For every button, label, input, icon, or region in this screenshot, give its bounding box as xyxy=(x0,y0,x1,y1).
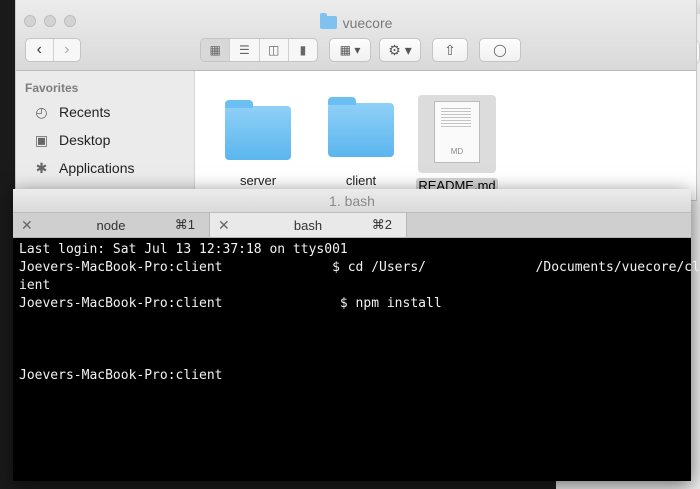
file-badge: MD xyxy=(450,147,464,156)
terminal-title: 1. bash xyxy=(13,189,691,213)
terminal-line: Last login: Sat Jul 13 12:37:18 on ttys0… xyxy=(19,242,348,257)
icon-view-button[interactable]: ▦ xyxy=(201,39,231,61)
share-button[interactable]: ⇧ xyxy=(432,38,468,62)
folder-icon xyxy=(328,97,394,157)
file-item-readme[interactable]: MD xyxy=(418,95,496,173)
finder-sidebar: Favorites ◴ Recents ▣ Desktop ✱ Applicat… xyxy=(16,71,195,200)
gear-icon: ⚙ ▾ xyxy=(388,41,412,58)
share-icon: ⇧ xyxy=(444,41,456,58)
document-lines xyxy=(441,108,471,128)
gallery-view-button[interactable]: ▮ xyxy=(289,39,317,61)
sidebar-item-recents[interactable]: ◴ Recents xyxy=(32,101,110,123)
list-view-button[interactable]: ☰ xyxy=(230,39,260,61)
desktop-icon: ▣ xyxy=(34,131,49,148)
action-button[interactable]: ⚙ ▾ xyxy=(379,38,421,62)
forward-button[interactable]: › xyxy=(54,39,81,61)
tag-icon: ◯ xyxy=(493,43,507,57)
terminal-line: ient xyxy=(19,278,51,293)
file-name: client xyxy=(345,173,377,188)
back-forward-buttons: ‹ › xyxy=(25,38,81,62)
tab-bash[interactable]: ✕ bash ⌘2 xyxy=(210,213,407,237)
sidebar-item-applications[interactable]: ✱ Applications xyxy=(32,157,135,179)
recents-icon: ◴ xyxy=(35,103,48,120)
finder-window: vuecore ‹ › ▦ ☰ ◫ ▮ ▦ ▾ ⚙ ▾ ⇧ ◯ Favorite… xyxy=(16,0,696,200)
sidebar-item-label: Recents xyxy=(59,104,111,120)
tab-node[interactable]: ✕ node ⌘1 xyxy=(13,213,210,237)
sidebar-item-desktop[interactable]: ▣ Desktop xyxy=(32,129,110,151)
folder-icon xyxy=(319,13,337,29)
applications-icon: ✱ xyxy=(35,159,48,176)
terminal-output[interactable]: Last login: Sat Jul 13 12:37:18 on ttys0… xyxy=(13,238,700,481)
group-icon: ▦ ▾ xyxy=(339,43,361,57)
tags-button[interactable]: ◯ xyxy=(479,38,521,62)
tab-shortcut: ⌘1 xyxy=(174,217,195,232)
sidebar-item-label: Applications xyxy=(59,160,135,176)
markdown-file-icon: MD xyxy=(434,101,480,163)
terminal-window: 1. bash ✕ node ⌘1 ✕ bash ⌘2 Last login: … xyxy=(13,189,700,481)
back-button[interactable]: ‹ xyxy=(26,39,54,61)
file-item-client[interactable]: client xyxy=(316,97,406,188)
folder-icon xyxy=(225,100,291,160)
terminal-line: Joevers-MacBook-Pro:client xyxy=(19,368,223,383)
column-view-button[interactable]: ◫ xyxy=(260,39,289,61)
terminal-line: Joevers-MacBook-Pro:client ​$ cd /Users/… xyxy=(19,260,700,275)
group-by-button[interactable]: ▦ ▾ xyxy=(329,38,371,62)
sidebar-item-label: Desktop xyxy=(59,132,111,148)
sidebar-header: Favorites xyxy=(25,81,79,95)
tab-shortcut: ⌘2 xyxy=(371,217,392,232)
view-mode-buttons: ▦ ☰ ◫ ▮ xyxy=(200,38,318,62)
window-title: vuecore xyxy=(16,13,696,31)
terminal-tab-bar: ✕ node ⌘1 ✕ bash ⌘2 xyxy=(13,213,691,238)
finder-toolbar: vuecore ‹ › ▦ ☰ ◫ ▮ ▦ ▾ ⚙ ▾ ⇧ ◯ xyxy=(16,0,696,71)
terminal-line: Joevers-MacBook-Pro:client $ npm install xyxy=(19,296,442,311)
file-item-server[interactable]: server xyxy=(213,96,303,188)
file-name: server xyxy=(239,173,277,188)
